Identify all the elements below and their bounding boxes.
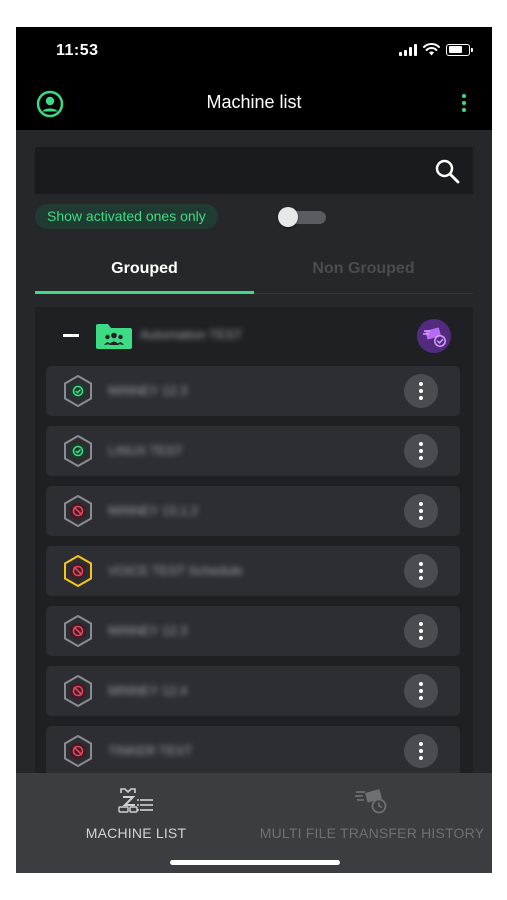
machine-item[interactable]: TINKER TEST: [46, 726, 460, 776]
machine-name: MINNEY 12.3: [108, 623, 188, 638]
machine-list-icon: [118, 788, 153, 813]
search-input[interactable]: [35, 147, 425, 194]
status-icons: [399, 43, 473, 56]
deactivated-status-icon: [64, 615, 92, 647]
machine-menu-button[interactable]: [404, 674, 438, 708]
status-bar: 11:53: [16, 27, 492, 77]
transfer-history-icon: [355, 789, 387, 814]
deactivated-status-icon: [64, 675, 92, 707]
tab-non-grouped[interactable]: Non Grouped: [254, 252, 473, 294]
nav-transfer-history[interactable]: MULTI FILE TRANSFER HISTORY: [252, 787, 492, 841]
machine-name: MINNEY 12.3: [108, 383, 188, 398]
warning-status-icon: [64, 555, 92, 587]
activated-status-icon: [64, 375, 92, 407]
group-tabs: Grouped Non Grouped: [35, 252, 473, 294]
app-bar: Machine list: [16, 77, 492, 130]
battery-icon: [446, 43, 473, 56]
machine-menu-button[interactable]: [404, 554, 438, 588]
machine-item[interactable]: MINNEY 12.3: [46, 606, 460, 656]
machine-menu-button[interactable]: [404, 374, 438, 408]
machine-list-panel: Automation TEST MINNEY 12.3 LINUX TEST M…: [35, 307, 473, 777]
status-time: 11:53: [56, 42, 99, 59]
tab-grouped[interactable]: Grouped: [35, 252, 254, 294]
machine-item[interactable]: MINNEY 13.1.2: [46, 486, 460, 536]
deactivated-status-icon: [64, 495, 92, 527]
group-folder-icon: [96, 324, 132, 349]
search-bar: [35, 147, 473, 194]
wifi-icon: [423, 43, 440, 56]
machine-name: MINNEY 13.1.2: [108, 503, 199, 518]
bottom-nav: MACHINE LIST MULTI FILE TRANSFER HISTORY: [16, 773, 492, 873]
nav-label: MACHINE LIST: [85, 825, 187, 841]
file-transfer-badge-icon[interactable]: [417, 319, 451, 353]
page-title: Machine list: [206, 92, 302, 112]
signal-icon: [399, 43, 417, 56]
machine-item[interactable]: MINNEY 12.3: [46, 366, 460, 416]
machine-item[interactable]: LINUX TEST: [46, 426, 460, 476]
activated-filter-chip[interactable]: Show activated ones only: [35, 204, 218, 229]
machine-item[interactable]: MINNEY 12.4: [46, 666, 460, 716]
phone-screen: 11:53 Machine list Show activated ones o…: [16, 27, 492, 873]
deactivated-status-icon: [64, 735, 92, 767]
group-name: Automation TEST: [140, 327, 243, 341]
home-indicator: [170, 860, 340, 865]
machine-menu-button[interactable]: [404, 434, 438, 468]
machine-menu-button[interactable]: [404, 614, 438, 648]
minus-icon[interactable]: [63, 334, 79, 337]
activated-toggle[interactable]: [278, 207, 328, 227]
machine-item[interactable]: VOICE TEST Schedule: [46, 546, 460, 596]
activated-status-icon: [64, 435, 92, 467]
search-icon[interactable]: [433, 157, 461, 185]
more-vert-icon[interactable]: [452, 91, 476, 115]
machine-menu-button[interactable]: [404, 494, 438, 528]
machine-name: LINUX TEST: [108, 443, 183, 458]
machine-name: MINNEY 12.4: [108, 683, 188, 698]
machine-menu-button[interactable]: [404, 734, 438, 768]
nav-label: MULTI FILE TRANSFER HISTORY: [259, 825, 485, 841]
nav-machine-list[interactable]: MACHINE LIST: [56, 787, 216, 841]
machine-name: VOICE TEST Schedule: [108, 563, 243, 578]
machine-name: TINKER TEST: [108, 743, 193, 758]
group-header[interactable]: Automation TEST: [35, 307, 473, 363]
